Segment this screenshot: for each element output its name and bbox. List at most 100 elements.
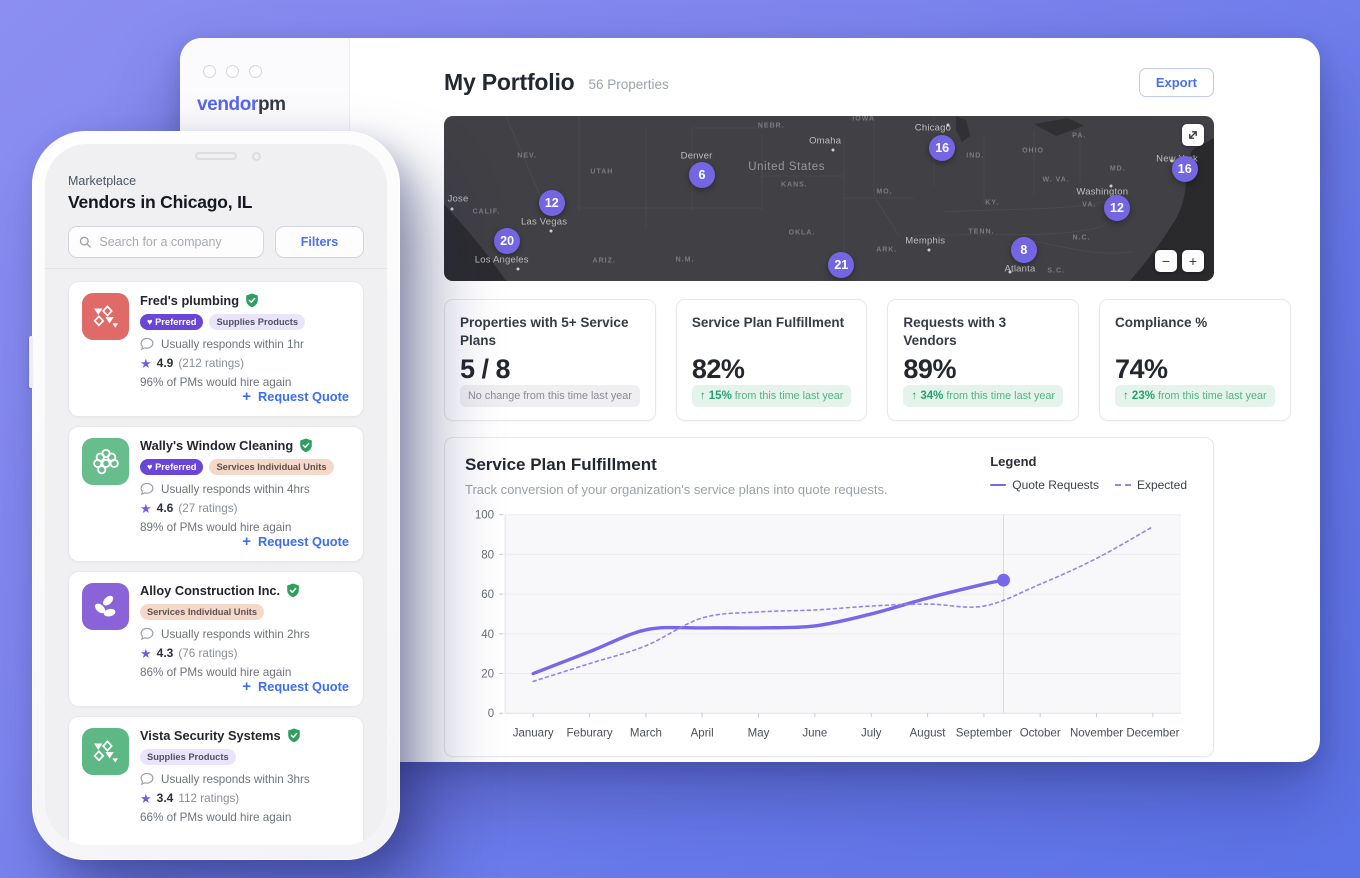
stat-card: Requests with 3 Vendors 89% ↑ 34%from th…: [887, 299, 1079, 421]
vendor-badge-preferred: ♥ Preferred: [140, 314, 203, 330]
map-expand-button[interactable]: [1182, 124, 1204, 146]
svg-text:0: 0: [488, 708, 494, 720]
plus-icon: +: [242, 678, 251, 695]
legend-label: Quote Requests: [1012, 478, 1099, 492]
map-cluster-marker[interactable]: 8: [1011, 237, 1037, 263]
search-box[interactable]: [68, 226, 264, 258]
request-quote-label: Request Quote: [258, 534, 349, 549]
map-city-dot: [450, 208, 453, 211]
vendor-card[interactable]: Wally's Window Cleaning ♥ PreferredServi…: [68, 426, 364, 562]
chat-icon: [140, 337, 154, 351]
rating-value: 3.4: [157, 791, 174, 805]
stat-card: Compliance % 74% ↑ 23%from this time las…: [1099, 299, 1291, 421]
vendor-responds-text: Usually responds within 4hrs: [161, 483, 310, 496]
vendor-badge-lavender: Supplies Products: [140, 749, 236, 765]
rating-value: 4.6: [157, 501, 174, 515]
vendor-rating-row: ★ 4.9 (212 ratings): [140, 356, 350, 370]
map-cluster-marker[interactable]: 12: [1104, 195, 1130, 221]
stat-delta-badge: ↑ 15%from this time last year: [692, 385, 852, 407]
vendor-badge-preferred: ♥ Preferred: [140, 459, 203, 475]
stat-delta-badge: No change from this time last year: [460, 385, 640, 407]
map-cluster-marker[interactable]: 20: [494, 228, 520, 254]
vendor-rating-row: ★ 4.6 (27 ratings): [140, 501, 350, 515]
vendor-logo: [82, 293, 129, 340]
map-label-state: MD.: [1110, 165, 1126, 172]
phone-side-button: [29, 336, 33, 388]
window-control-close[interactable]: [203, 65, 216, 78]
verified-shield-icon: [299, 438, 313, 453]
expand-icon: [1187, 129, 1199, 141]
delta-percent: ↑ 23%: [1123, 390, 1155, 402]
delta-percent: ↑ 34%: [911, 390, 943, 402]
map-cluster-marker[interactable]: 16: [1172, 156, 1198, 182]
map-label-state: MO.: [876, 188, 892, 195]
vendor-hire-text: 66% of PMs would hire again: [140, 811, 350, 824]
window-control-minimize[interactable]: [226, 65, 239, 78]
rating-value: 4.3: [157, 646, 174, 660]
vendor-responds-text: Usually responds within 1hr: [161, 338, 304, 351]
vendor-card[interactable]: Vista Security Systems Supplies Products…: [68, 716, 364, 845]
vendor-rating-row: ★ 4.3 (76 ratings): [140, 646, 350, 660]
vendor-responds-row: Usually responds within 3hrs: [140, 772, 350, 786]
map-label-city: Chicago: [915, 122, 951, 133]
vendor-badges: ♥ PreferredSupplies Products: [140, 314, 350, 330]
export-button[interactable]: Export: [1139, 68, 1214, 97]
chat-icon: [140, 627, 154, 641]
map-label-state: S.C.: [1047, 268, 1065, 275]
map-cluster-marker[interactable]: 12: [539, 190, 565, 216]
map-label-state: OKLA.: [789, 230, 816, 237]
vendor-responds-row: Usually responds within 1hr: [140, 337, 350, 351]
stat-delta-badge: ↑ 23%from this time last year: [1115, 385, 1275, 407]
window-control-expand[interactable]: [249, 65, 262, 78]
portfolio-map[interactable]: NEV.UTAHCALIF.ARIZ.N.M.KANS.NEBR.OKLA.IO…: [444, 116, 1214, 281]
main-content: My Portfolio 56 Properties Export: [350, 38, 1320, 762]
request-quote-button[interactable]: + Request Quote: [242, 533, 349, 550]
filters-button[interactable]: Filters: [275, 226, 364, 258]
vendor-badges: Supplies Products: [140, 749, 350, 765]
svg-text:80: 80: [481, 549, 494, 561]
map-label-city: Omaha: [809, 135, 841, 146]
map-cluster-marker[interactable]: 16: [929, 135, 955, 161]
svg-text:40: 40: [481, 629, 494, 641]
vendor-badges: ♥ PreferredServices Individual Units: [140, 459, 350, 475]
stat-title: Service Plan Fulfillment: [692, 314, 852, 352]
phone-mockup: Marketplace Vendors in Chicago, IL Filte…: [32, 131, 400, 860]
svg-text:September: September: [956, 727, 1012, 739]
map-label-state: ARIZ.: [593, 258, 616, 265]
svg-text:August: August: [910, 727, 947, 739]
map-label-state: OHIO: [1022, 147, 1044, 154]
page-background: vendorpm My Portfolio 56 Properties Expo…: [0, 0, 1360, 878]
star-icon: ★: [140, 357, 152, 370]
verified-shield-icon: [286, 583, 300, 598]
svg-text:Feburary: Feburary: [567, 727, 613, 739]
page-title: My Portfolio: [444, 69, 574, 96]
stat-card: Properties with 5+ Service Plans 5 / 8 N…: [444, 299, 656, 421]
map-label-city: Memphis: [905, 236, 945, 247]
vendor-rating-row: ★ 3.4 112 ratings): [140, 791, 350, 805]
vendor-name: Fred's plumbing: [140, 293, 239, 308]
star-icon: ★: [140, 792, 152, 805]
legend-title: Legend: [990, 454, 1187, 469]
star-icon: ★: [140, 502, 152, 515]
stat-value: 89%: [903, 354, 1063, 385]
chat-icon: [140, 772, 154, 786]
page-header: My Portfolio 56 Properties Export: [444, 68, 1214, 97]
map-city-dot: [831, 148, 834, 151]
chart-card: Service Plan Fulfillment Track conversio…: [444, 437, 1214, 757]
map-city-dot: [516, 267, 519, 270]
map-cluster-marker[interactable]: 21: [828, 252, 854, 278]
request-quote-button[interactable]: + Request Quote: [242, 678, 349, 695]
request-quote-button[interactable]: + Request Quote: [242, 388, 349, 405]
request-quote-label: Request Quote: [258, 679, 349, 694]
map-zoom-out-button[interactable]: −: [1155, 250, 1177, 272]
map-city-dot: [928, 249, 931, 252]
map-label-city: Los Angeles: [475, 254, 529, 265]
map-cluster-marker[interactable]: 6: [689, 162, 715, 188]
vendor-card[interactable]: Fred's plumbing ♥ PreferredSupplies Prod…: [68, 281, 364, 417]
map-zoom-in-button[interactable]: +: [1182, 250, 1204, 272]
stat-value: 82%: [692, 354, 852, 385]
vendor-card[interactable]: Alloy Construction Inc. Services Individ…: [68, 571, 364, 707]
svg-text:November: November: [1070, 727, 1123, 739]
search-input[interactable]: [99, 235, 253, 249]
map-label-state: VA.: [1082, 202, 1096, 209]
